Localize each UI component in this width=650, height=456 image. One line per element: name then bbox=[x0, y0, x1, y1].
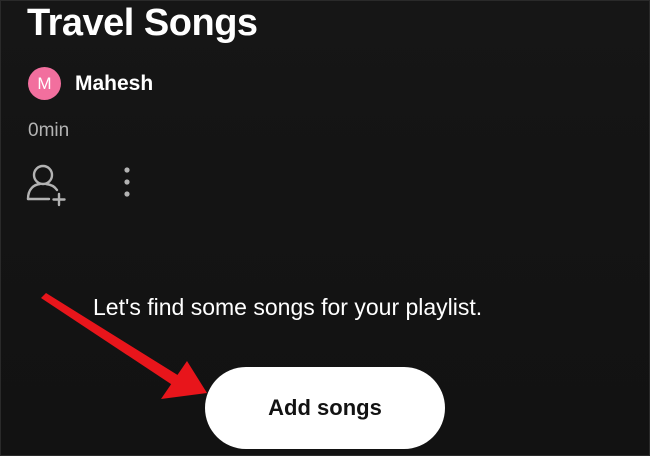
more-options-button[interactable] bbox=[113, 164, 141, 204]
add-collaborator-button[interactable] bbox=[25, 161, 69, 207]
add-user-icon bbox=[26, 164, 66, 207]
arrow-head bbox=[161, 361, 207, 399]
playlist-screen: Travel Songs M Mahesh 0min Let's find so… bbox=[0, 0, 650, 456]
playlist-duration: 0min bbox=[28, 120, 70, 141]
add-songs-button[interactable]: Add songs bbox=[205, 367, 445, 449]
owner-row[interactable]: M Mahesh bbox=[28, 67, 153, 100]
playlist-title: Travel Songs bbox=[27, 2, 258, 44]
avatar[interactable]: M bbox=[28, 67, 61, 100]
owner-name[interactable]: Mahesh bbox=[75, 72, 153, 96]
empty-state-prompt: Let's find some songs for your playlist. bbox=[93, 294, 483, 320]
vertical-ellipsis-icon bbox=[124, 167, 130, 197]
